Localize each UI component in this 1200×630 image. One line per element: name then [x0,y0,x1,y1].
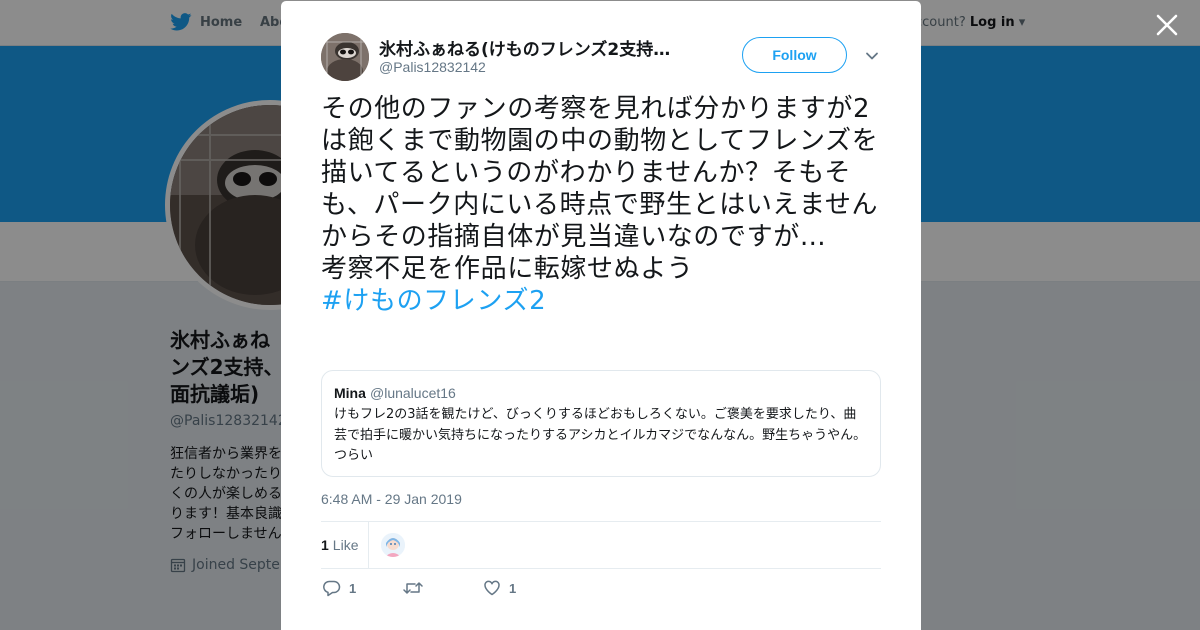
tweet-timestamp[interactable]: 6:48 AM - 29 Jan 2019 [321,491,462,507]
close-button[interactable] [1154,12,1180,38]
likes-stat[interactable]: 1 Like [321,537,358,553]
author-avatar-image [321,33,369,81]
author-handle[interactable]: @Palis12832142 [379,59,486,75]
quoted-author-name: Mina [334,385,366,401]
tweet-actions: 1 1 [321,579,881,603]
hashtag-link[interactable]: #けものフレンズ2 [321,286,546,316]
liker-avatar-image [381,533,405,557]
retweet-icon [403,582,423,594]
reply-icon [323,580,341,597]
heart-icon [484,580,500,596]
author-name[interactable]: 氷村ふぁねる(けものフレンズ2支持… [379,35,689,60]
close-icon [1156,14,1178,36]
stats-divider [368,522,369,569]
follow-button[interactable]: Follow [742,37,847,73]
liker-avatar[interactable] [381,533,405,557]
chevron-down-icon [866,52,878,60]
quoted-author-handle: @lunalucet16 [370,385,456,401]
author-avatar[interactable] [321,33,369,81]
quoted-tweet[interactable]: Mina @lunalucet16 けもフレ2の3話を観たけど、びっくりするほど… [321,370,881,477]
likes-label: Like [332,537,359,553]
tweet-body: その他のファンの考察を見れば分かりますが2は飽くまで動物園の中の動物としてフレン… [321,94,879,284]
quoted-tweet-text: けもフレ2の3話を観たけど、びっくりするほどおもしろくない。ご褒美を要求したり、… [334,407,867,463]
retweet-action[interactable] [403,579,431,597]
like-action[interactable]: 1 [483,579,516,597]
reply-action[interactable]: 1 [323,579,356,597]
tweet-modal: 氷村ふぁねる(けものフレンズ2支持… @Palis12832142 Follow… [281,1,921,630]
reply-count: 1 [349,580,357,596]
tweet-menu-button[interactable] [865,48,879,62]
tweet-stats: 1 Like [321,521,881,569]
likes-count: 1 [321,537,329,553]
like-count: 1 [509,580,517,596]
tweet-text: その他のファンの考察を見れば分かりますが2は飽くまで動物園の中の動物としてフレン… [321,93,886,317]
